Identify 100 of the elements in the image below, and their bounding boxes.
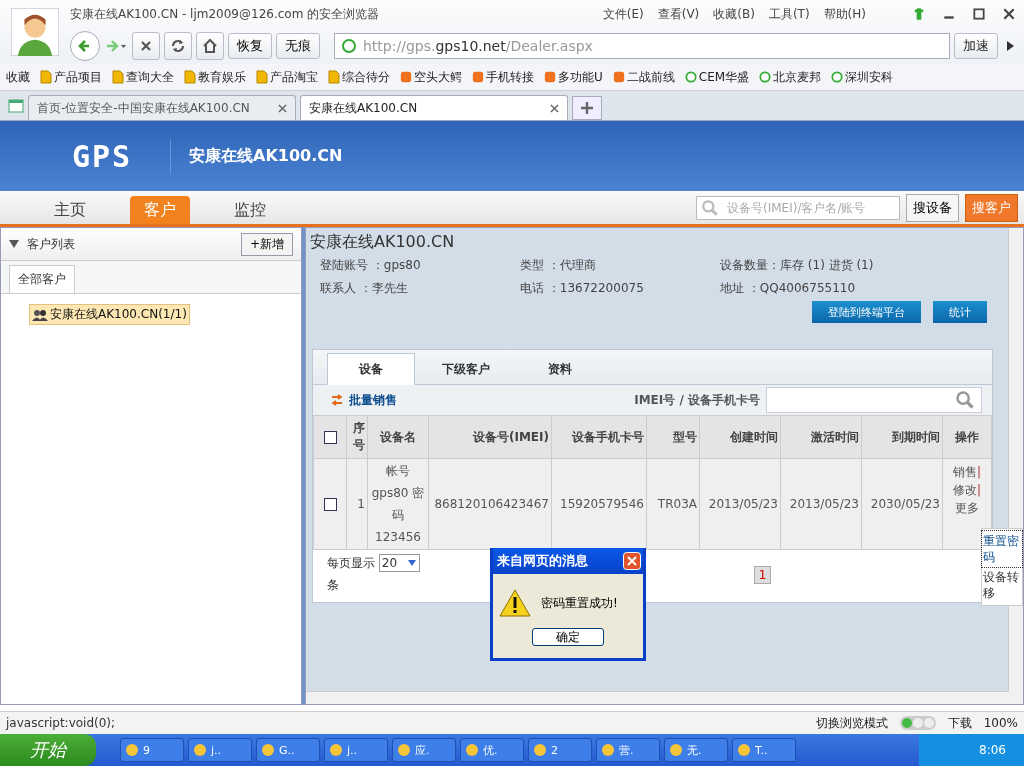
column-header: 序号 — [346, 415, 368, 459]
app-icon — [533, 743, 547, 757]
batch-sale-link[interactable]: 批量销售 — [349, 391, 397, 409]
taskbar-item[interactable]: 无. — [664, 738, 728, 762]
bookmark-item[interactable]: CEM华盛 — [684, 68, 750, 86]
bookmark-item[interactable]: 产品淘宝 — [256, 68, 318, 86]
maximize-icon[interactable] — [972, 7, 986, 21]
home-button[interactable] — [196, 32, 224, 60]
toggle-icon[interactable] — [899, 716, 936, 730]
horizontal-scrollbar[interactable] — [306, 691, 1009, 704]
bookmark-item[interactable]: 多功能U — [544, 68, 603, 86]
add-button[interactable]: +新增 — [240, 232, 293, 256]
nav-tab[interactable]: 监控 — [220, 196, 280, 224]
folder-icon — [328, 70, 340, 84]
taskbar-item[interactable]: 9 — [120, 738, 184, 762]
menu-option[interactable]: 重置密码 — [982, 531, 1022, 567]
bookmark-item[interactable]: 空头大鳄 — [400, 68, 462, 86]
bookmark-item[interactable]: 深圳安科 — [831, 68, 894, 86]
toolbar-button[interactable]: 无痕 — [276, 33, 320, 59]
toolbar-button[interactable]: 恢复 — [228, 33, 272, 59]
search-button[interactable]: 搜设备 — [906, 193, 959, 222]
collapse-icon[interactable] — [9, 240, 19, 248]
close-icon[interactable] — [550, 103, 559, 113]
taskbar-item[interactable]: j.. — [188, 738, 252, 762]
refresh-icon — [170, 38, 186, 54]
favorites-button[interactable]: 收藏 — [6, 68, 30, 86]
row-checkbox[interactable] — [323, 498, 337, 511]
close-icon[interactable] — [1002, 7, 1016, 21]
new-tab-button[interactable] — [572, 96, 602, 120]
browser-tab[interactable]: 首页-位置安全-中国安康在线AK100.CN — [28, 95, 296, 120]
bookmark-item[interactable]: 查询大全 — [112, 68, 174, 86]
sidebar-icon[interactable] — [8, 97, 24, 114]
stop-button[interactable] — [132, 32, 160, 60]
zoom-button[interactable]: 100% — [983, 716, 1018, 730]
browse-mode-button[interactable]: 切换浏览模式 — [815, 714, 888, 732]
close-icon[interactable] — [278, 103, 287, 113]
accelerate-button[interactable]: 加速 — [954, 33, 998, 59]
action-link[interactable]: 更多 — [955, 501, 979, 515]
app-icon — [601, 743, 615, 757]
action-button[interactable]: 统计 — [933, 301, 987, 323]
page-size-unit: 条 — [327, 577, 340, 594]
sidebar-tab[interactable]: 全部客户 — [9, 265, 75, 293]
menu-item[interactable]: 收藏(B) — [713, 5, 755, 23]
logo: GPS — [34, 138, 171, 174]
taskbar-item[interactable]: 2 — [528, 738, 592, 762]
search-icon[interactable] — [955, 390, 975, 410]
content-tab[interactable]: 下级客户 — [423, 354, 509, 384]
bookmark-item[interactable]: 二战前线 — [612, 68, 675, 86]
page-button[interactable]: 1 — [753, 566, 772, 584]
menu-item[interactable]: 工具(T) — [768, 5, 810, 23]
start-button[interactable]: 开始 — [0, 734, 96, 766]
avatar-icon[interactable] — [11, 8, 59, 56]
taskbar-item[interactable]: 应. — [392, 738, 456, 762]
bookmark-item[interactable]: 产品项目 — [40, 68, 102, 86]
menu-option[interactable]: 设备转移 — [982, 567, 1022, 603]
bookmark-item[interactable]: 北京麦邦 — [759, 68, 822, 86]
taskbar-item[interactable]: T.. — [732, 738, 796, 762]
table-cell: 2030/05/23 — [861, 458, 943, 550]
separator: | — [976, 483, 981, 497]
menu-item[interactable]: 查看(V) — [657, 5, 700, 23]
search-field[interactable]: 设备号(IMEI)/客户名/账号 — [696, 195, 900, 220]
back-button[interactable] — [70, 31, 100, 61]
caret-icon — [407, 559, 418, 567]
action-button[interactable]: 登陆到终端平台 — [812, 301, 921, 323]
nav-tab[interactable]: 主页 — [40, 196, 100, 224]
table-cell: 15920579546 — [551, 458, 647, 550]
action-link[interactable]: 修改 — [952, 483, 977, 497]
refresh-button[interactable] — [164, 32, 192, 60]
bookmark-item[interactable]: 手机转接 — [472, 68, 534, 86]
download-button[interactable]: 下载 — [947, 714, 972, 732]
page-size-select[interactable]: 20 — [378, 554, 421, 572]
home-icon — [202, 38, 218, 54]
select-all-checkbox[interactable] — [323, 431, 337, 444]
menu-item[interactable]: 文件(E) — [602, 5, 644, 23]
info-field: 联系人 ：李先生 — [320, 280, 520, 297]
close-button[interactable] — [623, 552, 641, 570]
app-icon — [465, 743, 479, 757]
bookmark-item[interactable]: 教育娱乐 — [184, 68, 246, 86]
forward-icon[interactable] — [104, 38, 128, 54]
taskbar-item[interactable]: G.. — [256, 738, 320, 762]
tree-item[interactable]: 安康在线AK100.CN(1/1) — [29, 304, 190, 325]
address-bar[interactable]: http://gps.gps10.net/Dealer.aspx — [334, 33, 950, 59]
column-header: 设备号(IMEI) — [428, 415, 552, 459]
menu-item[interactable]: 帮助(H) — [823, 5, 866, 23]
browser-tab[interactable]: 安康在线AK100.CN — [300, 95, 568, 120]
folder-icon — [112, 70, 124, 84]
taskbar-item[interactable]: 营. — [596, 738, 660, 762]
table-cell: 帐号 gps80 密码 123456 — [367, 458, 429, 550]
app-icon — [125, 743, 139, 757]
column-header: 设备手机卡号 — [551, 415, 647, 459]
action-link[interactable]: 销售 — [952, 465, 977, 479]
bookmark-item[interactable]: 综合待分 — [328, 68, 390, 86]
content-tab[interactable]: 资料 — [517, 354, 603, 384]
content-tab[interactable]: 设备 — [327, 353, 415, 385]
taskbar-item[interactable]: j.. — [324, 738, 388, 762]
shirt-icon[interactable] — [912, 7, 926, 21]
device-search-field[interactable] — [766, 387, 982, 413]
ok-button[interactable]: 确定 — [532, 628, 604, 646]
page-icon — [759, 70, 772, 84]
taskbar-item[interactable]: 优. — [460, 738, 524, 762]
